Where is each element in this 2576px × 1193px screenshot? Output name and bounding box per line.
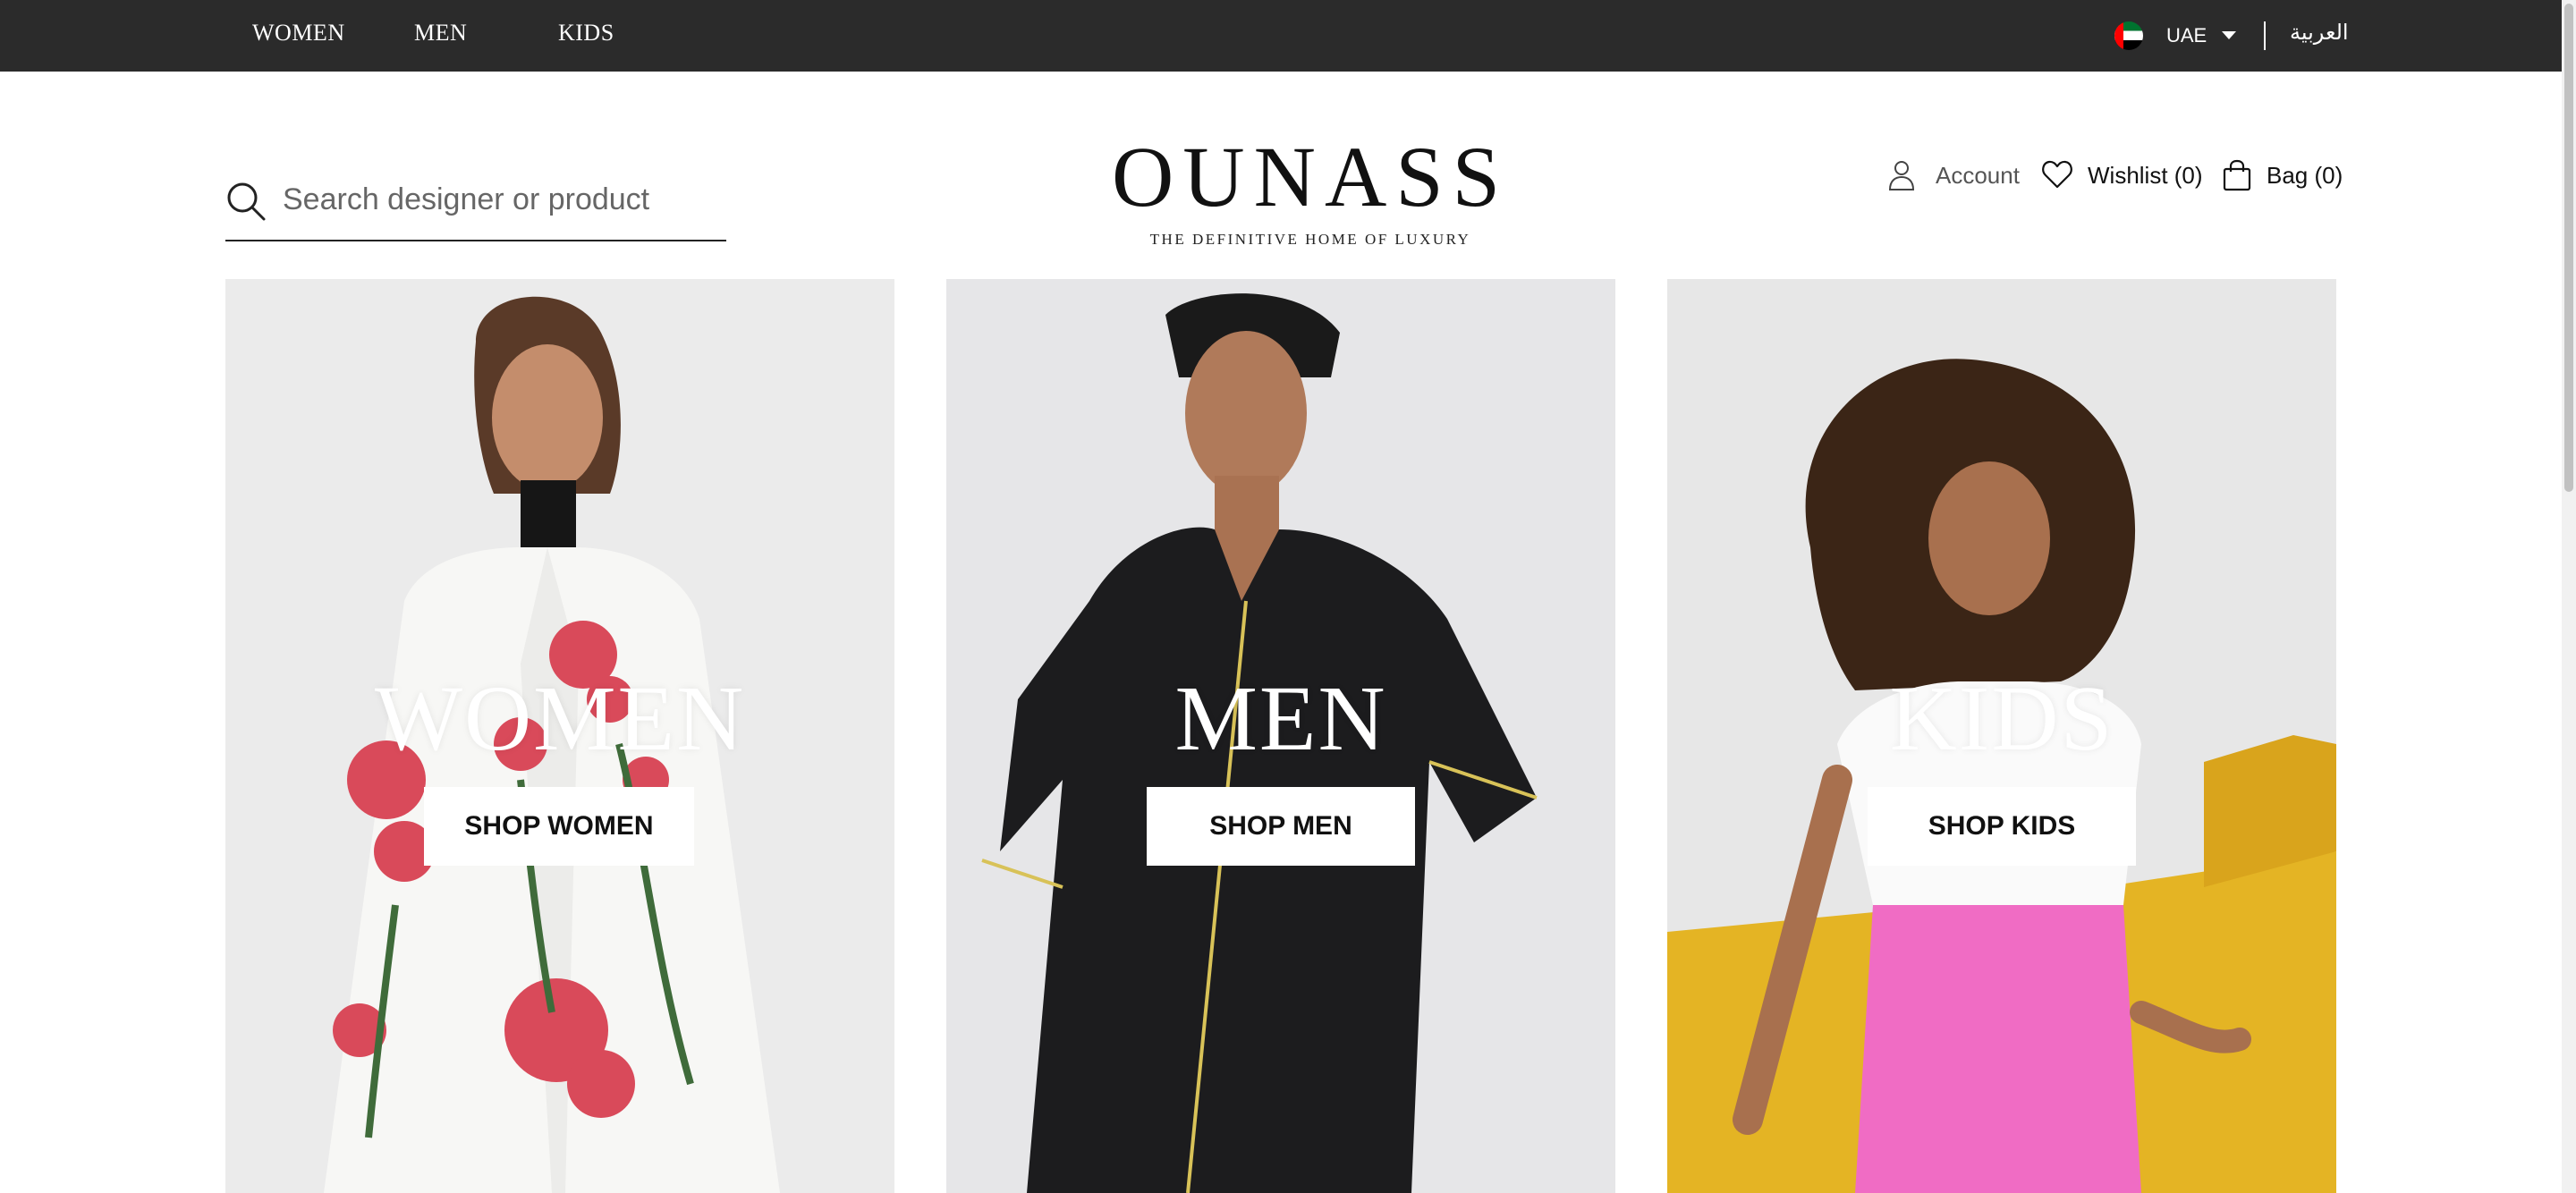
shop-men-button[interactable]: SHOP MEN [1147,787,1415,866]
logo-tagline: THE DEFINITIVE HOME OF LUXURY [1149,231,1471,248]
nav-women[interactable]: WOMEN [252,20,345,47]
caret-down-icon [2222,31,2236,39]
search-input[interactable] [283,177,721,222]
uae-flag-icon [2114,21,2143,50]
user-icon [1888,161,1915,190]
search-bar [225,166,726,241]
search-underline [225,240,726,241]
men-tile[interactable]: MEN SHOP MEN [946,279,1615,1193]
search-icon[interactable] [225,181,267,222]
shopping-bag-icon [2223,159,2251,191]
topbar-divider [2264,21,2266,50]
language-toggle[interactable]: العربية [2290,20,2349,45]
top-bar: WOMEN MEN KIDS UAE العربية [0,0,2562,72]
heart-icon [2042,160,2072,189]
nav-kids[interactable]: KIDS [558,20,614,47]
shop-kids-button[interactable]: SHOP KIDS [1868,787,2136,866]
women-tile-title: WOMEN [374,667,746,770]
men-tile-title: MEN [1174,667,1387,770]
women-tile[interactable]: WOMEN SHOP WOMEN [225,279,894,1193]
kids-tile-title: KIDS [1889,667,2114,770]
wishlist-label: Wishlist (0) [2088,162,2203,189]
ounass-logo[interactable]: OUNASS THE DEFINITIVE HOME OF LUXURY [1073,134,1547,259]
bag-label: Bag (0) [2267,162,2343,189]
account-label: Account [1936,162,2020,189]
country-code: UAE [2166,24,2207,47]
shop-women-button[interactable]: SHOP WOMEN [424,787,694,866]
page-scrollbar[interactable] [2562,0,2576,1193]
logo-wordmark: OUNASS [1111,129,1510,224]
scrollbar-thumb[interactable] [2564,4,2573,492]
nav-men[interactable]: MEN [414,20,467,47]
kids-tile[interactable]: KIDS SHOP KIDS [1667,279,2336,1193]
